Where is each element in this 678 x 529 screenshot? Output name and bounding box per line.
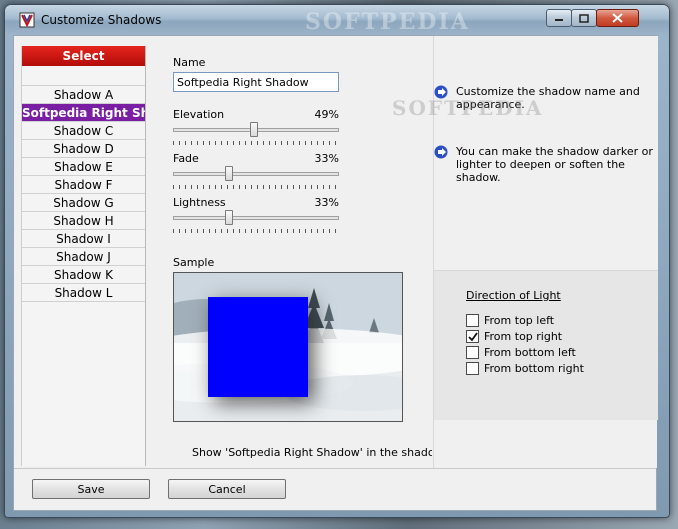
minimize-icon <box>555 19 563 21</box>
slider-ticks <box>173 141 339 145</box>
direction-label: From bottom right <box>484 362 584 375</box>
select-header: Select <box>22 46 145 66</box>
direction-label: From top right <box>484 330 563 343</box>
lightness-label: Lightness <box>173 196 226 209</box>
minimize-button[interactable] <box>546 9 572 27</box>
tips-area: Customize the shadow name and appearance… <box>434 36 658 270</box>
shadow-list-item[interactable]: Softpedia Right Shadow <box>22 104 145 122</box>
elevation-slider[interactable] <box>173 122 339 150</box>
direction-checkbox[interactable] <box>466 314 479 327</box>
shadow-list-item[interactable]: Shadow A <box>22 86 145 104</box>
close-icon <box>612 13 623 23</box>
shadow-list-item[interactable]: Shadow K <box>22 266 145 284</box>
shadow-list-item[interactable]: Shadow F <box>22 176 145 194</box>
info-arrow-icon <box>434 145 448 159</box>
direction-title: Direction of Light <box>466 289 561 302</box>
cancel-button[interactable]: Cancel <box>168 479 286 499</box>
tip-row-2: You can make the shadow darker or lighte… <box>434 145 656 184</box>
shadow-list-item[interactable]: Shadow C <box>22 122 145 140</box>
direction-of-light-group: Direction of Light From top left From top… <box>434 270 658 420</box>
shadow-editor: Name Elevation 49% Fade 33% Lightness 33… <box>148 36 432 489</box>
checkmark-icon <box>467 331 478 341</box>
shadow-list-item[interactable]: Shadow L <box>22 284 145 302</box>
sample-shape <box>208 297 308 397</box>
shadow-list-item[interactable]: Shadow G <box>22 194 145 212</box>
direction-checkbox[interactable] <box>466 346 479 359</box>
slider-track <box>173 172 339 176</box>
shadow-list-item[interactable]: Shadow H <box>22 212 145 230</box>
shadow-list-item[interactable]: Shadow E <box>22 158 145 176</box>
title-bar[interactable]: Customize Shadows SOFTPEDIA <box>5 5 669 35</box>
slider-ticks <box>173 185 339 189</box>
direction-checkbox[interactable] <box>466 362 479 375</box>
fade-value: 33% <box>314 152 339 165</box>
save-button[interactable]: Save <box>32 479 150 499</box>
name-label: Name <box>173 56 206 69</box>
elevation-label: Elevation <box>173 108 225 121</box>
close-button[interactable] <box>596 9 639 27</box>
slider-thumb[interactable] <box>250 122 258 137</box>
app-icon <box>19 12 35 28</box>
direction-label: From top left <box>484 314 555 327</box>
shadow-list-item[interactable]: Shadow I <box>22 230 145 248</box>
maximize-button[interactable] <box>571 9 597 27</box>
fade-label: Fade <box>173 152 199 165</box>
show-in-selector-label: Show 'Softpedia Right Shadow' in the sha… <box>192 446 432 459</box>
direction-checkbox[interactable] <box>466 330 479 343</box>
fade-slider[interactable] <box>173 166 339 194</box>
slider-thumb[interactable] <box>225 210 233 225</box>
customize-shadows-window: Customize Shadows SOFTPEDIA Select Shado… <box>4 4 670 518</box>
slider-track <box>173 216 339 220</box>
sample-preview <box>173 272 403 422</box>
dialog-client-area: Select Shadow ASoftpedia Right ShadowSha… <box>13 35 658 511</box>
button-bar: Save Cancel <box>14 468 656 510</box>
slider-thumb[interactable] <box>225 166 233 181</box>
watermark-center: SOFTPEDIA <box>392 96 544 120</box>
direction-label: From bottom left <box>484 346 576 359</box>
shadow-name-input[interactable] <box>173 72 339 92</box>
elevation-value: 49% <box>314 108 339 121</box>
slider-ticks <box>173 229 339 233</box>
window-title: Customize Shadows <box>41 13 162 27</box>
tip-text-2: You can make the shadow darker or lighte… <box>456 145 653 184</box>
shadow-list-item[interactable]: Shadow D <box>22 140 145 158</box>
list-spacer <box>22 66 145 86</box>
watermark-title: SOFTPEDIA <box>305 9 470 35</box>
lightness-value: 33% <box>314 196 339 209</box>
lightness-slider[interactable] <box>173 210 339 238</box>
shadow-list: Select Shadow ASoftpedia Right ShadowSha… <box>21 46 146 466</box>
maximize-icon <box>579 13 589 23</box>
shadow-list-item[interactable]: Shadow J <box>22 248 145 266</box>
sample-label: Sample <box>173 256 215 269</box>
